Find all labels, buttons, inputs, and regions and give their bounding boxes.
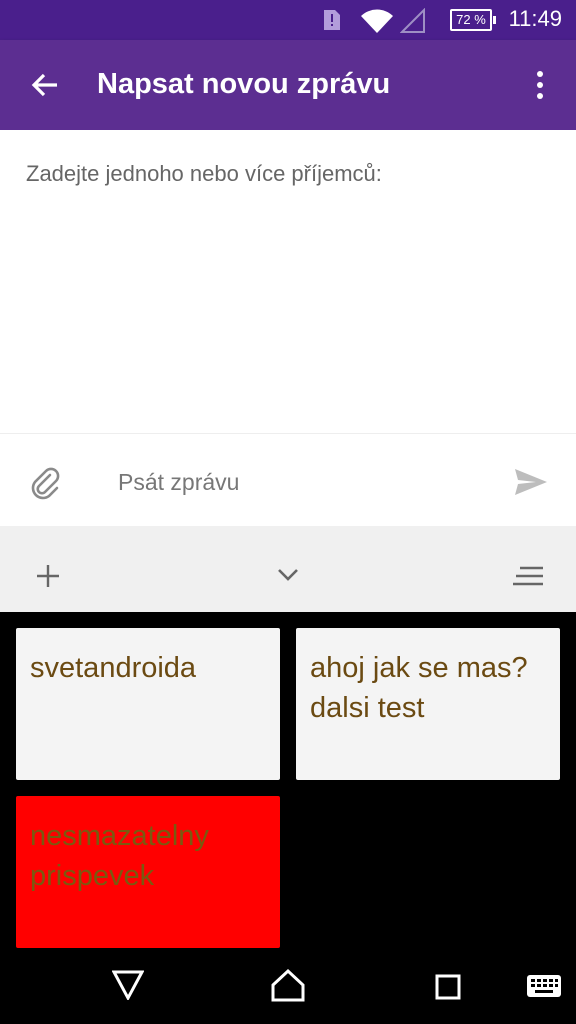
recent-apps-icon[interactable] xyxy=(435,974,461,1000)
attachment-icon[interactable] xyxy=(28,466,62,500)
chevron-down-icon[interactable] xyxy=(277,568,299,582)
clock: 11:49 xyxy=(508,6,562,31)
clipboard-toolbar xyxy=(0,526,576,612)
signal-icon xyxy=(400,8,425,33)
clipboard-panel: svetandroida ahoj jak se mas?dalsi test … xyxy=(0,612,576,952)
navigation-bar xyxy=(0,952,576,1024)
message-area xyxy=(0,220,576,433)
add-icon[interactable] xyxy=(36,564,60,588)
back-triangle-icon[interactable] xyxy=(112,970,144,1000)
clipboard-item-pinned[interactable]: nesmazatelny prispevek xyxy=(16,796,280,948)
page-title: Napsat novou zprávu xyxy=(97,68,391,100)
app-bar: Napsat novou zprávu xyxy=(0,40,576,130)
message-input[interactable] xyxy=(116,468,490,497)
keyboard-icon[interactable] xyxy=(526,974,562,998)
more-options-icon[interactable] xyxy=(534,70,546,100)
composer-bar xyxy=(0,433,576,527)
battery-indicator: 72 % xyxy=(450,9,496,31)
sim-card-icon xyxy=(324,10,340,30)
send-icon[interactable] xyxy=(514,468,548,496)
status-bar: 72 % 11:49 xyxy=(0,0,576,40)
clipboard-item[interactable]: svetandroida xyxy=(16,628,280,780)
menu-lines-icon[interactable] xyxy=(512,566,544,586)
recipients-row xyxy=(0,130,576,221)
clipboard-item[interactable]: ahoj jak se mas?dalsi test xyxy=(296,628,560,780)
wifi-icon xyxy=(361,9,393,33)
home-icon[interactable] xyxy=(270,968,306,1002)
back-arrow-icon[interactable] xyxy=(30,70,60,100)
recipients-input[interactable] xyxy=(24,160,548,188)
